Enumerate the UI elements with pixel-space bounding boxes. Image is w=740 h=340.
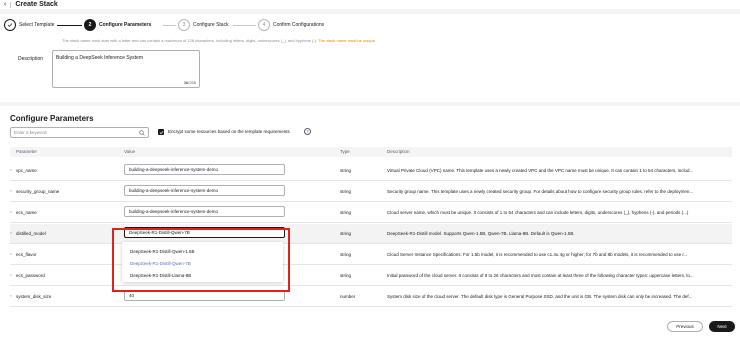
param-type: string (340, 231, 352, 236)
value-input[interactable]: building-a-deepseek-inference-system-dem… (124, 164, 285, 175)
required-marker: * (10, 273, 12, 278)
step-label: Select Template (19, 22, 55, 28)
value-input[interactable]: building-a-deepseek-inference-system-dem… (124, 185, 285, 196)
param-name: ecs_flavor (16, 252, 37, 257)
param-type: string (340, 210, 352, 215)
param-type: string (340, 273, 352, 278)
step-confirm-configurations: 4 Confirm Configurations (258, 18, 324, 32)
param-description: Virtual Private Cloud (VPC) name. This t… (387, 168, 694, 173)
table-row: * vpc_name building-a-deepseek-inference… (10, 161, 732, 181)
divider (10, 1, 12, 8)
required-marker: * (10, 210, 12, 215)
encrypt-label: Encrypt some resources based on the temp… (168, 129, 290, 134)
param-description: Cloud Server Instance Specifications: Fo… (387, 252, 688, 257)
param-type: string (340, 252, 352, 257)
configure-parameters-card: Configure Parameters Enter a keyword Enc… (0, 106, 740, 340)
step-select-template: Select Template (4, 18, 54, 32)
param-description: Security group name. This template uses … (387, 189, 694, 194)
value-text: building-a-deepseek-inference-system-dem… (129, 209, 219, 214)
chevron-left-icon[interactable]: ‹ (4, 1, 6, 8)
stack-name-hint: The stack name must start with a letter … (62, 38, 376, 43)
param-description: DeepSeek-R1-Distill model. Supports Qwen… (387, 231, 575, 236)
param-description: Cloud server name, which must be unique.… (387, 210, 689, 215)
page-title: Create Stack (15, 1, 58, 8)
step-configure-parameters: 2 Configure Parameters (84, 18, 151, 32)
next-button[interactable]: Next (709, 321, 735, 332)
steps-bar: Select Template 2 Configure Parameters 3… (0, 14, 740, 36)
step-connector (233, 25, 256, 26)
value-text: 40 (129, 293, 135, 298)
description-value: Building a DeepSeek Inference System (56, 55, 143, 61)
required-marker: * (10, 252, 12, 257)
top-bar: ‹ Create Stack (0, 0, 740, 9)
search-input[interactable]: Enter a keyword (10, 127, 149, 138)
char-counter: 36/255 (184, 80, 196, 85)
param-type: number (340, 294, 356, 299)
description-label: Description (18, 56, 44, 62)
param-description: System disk size of the cloud server. Th… (387, 294, 693, 299)
basic-info-card: The stack name must start with a letter … (0, 36, 740, 102)
step-number: 3 (178, 19, 190, 31)
hint-warning: The stack name must be unique. (318, 38, 377, 43)
required-marker: * (10, 189, 12, 194)
value-text: building-a-deepseek-inference-system-dem… (129, 188, 219, 193)
param-name: security_group_name (16, 189, 60, 194)
table-row: * ecs_name building-a-deepseek-inference… (10, 203, 732, 223)
section-title: Configure Parameters (10, 114, 94, 123)
encrypt-checkbox[interactable] (158, 129, 164, 135)
value-text: building-a-deepseek-inference-system-dem… (129, 167, 219, 172)
param-name: distilled_model (16, 231, 46, 236)
step-label: Configure Stack (193, 22, 229, 28)
previous-button[interactable]: Previous (667, 321, 703, 332)
step-number: 4 (258, 19, 270, 31)
column-header: Parameter (16, 149, 38, 154)
hint-text: The stack name must start with a letter … (62, 38, 318, 43)
param-type: string (340, 189, 352, 194)
step-label: Configure Parameters (99, 22, 152, 28)
param-type: string (340, 168, 352, 173)
step-connector (57, 25, 82, 26)
search-placeholder: Enter a keyword (14, 130, 47, 135)
column-header: Description (387, 149, 410, 154)
highlight-box (112, 228, 290, 292)
required-marker: * (10, 168, 12, 173)
step-number: 2 (84, 19, 96, 31)
column-header: Type (340, 149, 350, 154)
param-name: ecs_password (16, 273, 45, 278)
param-description: Initial password of the cloud server. It… (387, 273, 694, 278)
step-configure-stack: 3 Configure Stack (178, 18, 229, 32)
required-marker: * (10, 231, 12, 236)
step-connector (163, 25, 176, 26)
column-header: Value (124, 149, 136, 154)
required-marker: * (10, 294, 12, 299)
param-name: system_disk_size (16, 294, 52, 299)
check-icon (4, 19, 16, 31)
help-icon[interactable]: ? (304, 128, 311, 135)
counter-max: /255 (188, 80, 196, 85)
search-icon (139, 130, 145, 136)
param-name: ecs_name (16, 210, 37, 215)
check-icon (159, 130, 163, 134)
value-input[interactable]: building-a-deepseek-inference-system-dem… (124, 206, 285, 217)
description-textarea[interactable]: Building a DeepSeek Inference System 36/… (52, 50, 200, 88)
param-name: vpc_name (16, 168, 37, 173)
table-row: * security_group_name building-a-deepsee… (10, 182, 732, 202)
table-header: Parameter Value Type Description (10, 147, 732, 157)
step-label: Confirm Configurations (273, 22, 325, 28)
